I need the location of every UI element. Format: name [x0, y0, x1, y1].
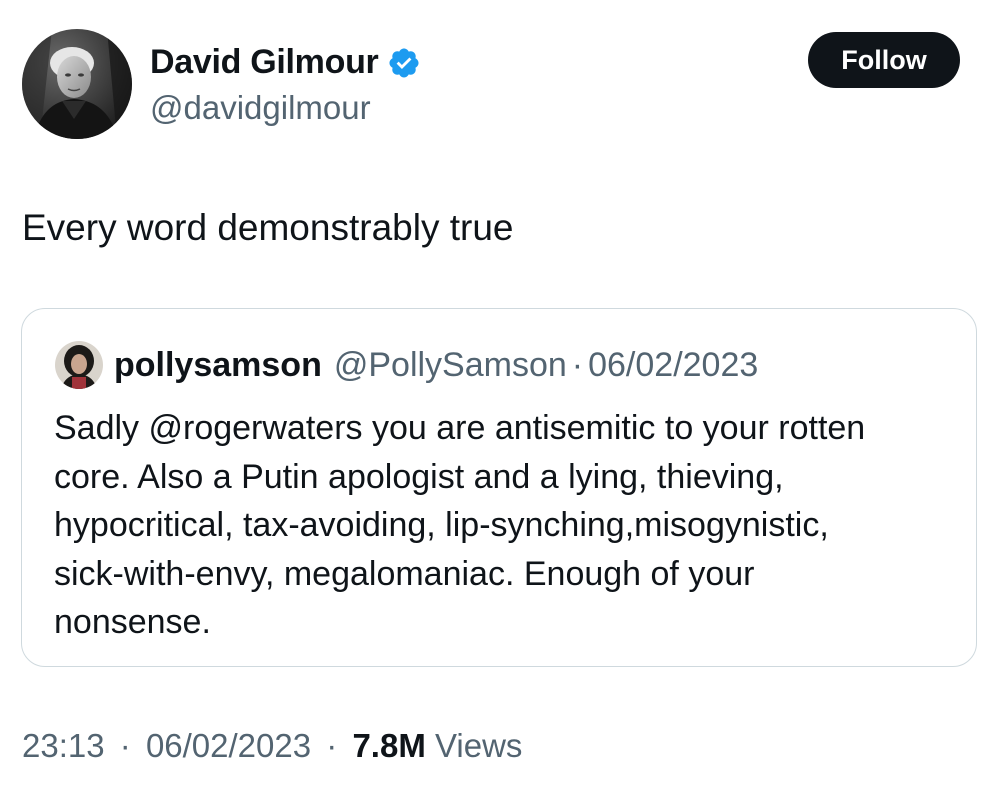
- tweet-meta: 23:13 · 06/02/2023 · 7.8M Views: [22, 724, 522, 768]
- follow-button[interactable]: Follow: [808, 32, 960, 88]
- author-name: David Gilmour: [150, 40, 421, 84]
- avatar-photo-icon: [22, 29, 132, 139]
- tweet-text: Every word demonstrably true: [22, 207, 514, 248]
- meta-separator-dot: ·: [326, 727, 338, 764]
- quoted-author-avatar[interactable]: [55, 341, 103, 389]
- quoted-text-line: hypocritical, tax-avoiding, lip-synching…: [54, 506, 829, 544]
- quoted-author-name[interactable]: pollysamson: [114, 346, 322, 385]
- author-avatar[interactable]: [22, 29, 132, 139]
- quoted-tweet-text: Sadly @rogerwaters you are antisemitic t…: [54, 404, 954, 647]
- meta-separator-dot: ·: [119, 727, 131, 764]
- quoted-tweet-header: pollysamson @PollySamson · 06/02/2023: [114, 341, 758, 389]
- tweet-time[interactable]: 23:13: [22, 727, 105, 764]
- quoted-separator-dot: ·: [571, 345, 584, 384]
- quoted-author-handle[interactable]: @PollySamson: [334, 346, 567, 385]
- quoted-text-line: core. Also a Putin apologist and a lying…: [54, 457, 784, 496]
- views-count[interactable]: 7.8M: [352, 727, 425, 764]
- quoted-text-line: nonsense.: [54, 603, 211, 641]
- author-handle[interactable]: @davidgilmour: [150, 86, 371, 130]
- verified-badge-icon[interactable]: [387, 46, 421, 80]
- quoted-text-line: Sadly @rogerwaters you are antisemitic t…: [54, 409, 866, 447]
- tweet-date[interactable]: 06/02/2023: [146, 727, 311, 764]
- quoted-tweet-card[interactable]: pollysamson @PollySamson · 06/02/2023 Sa…: [21, 308, 977, 667]
- quoted-avatar-photo-icon: [55, 341, 103, 389]
- quoted-tweet-date[interactable]: 06/02/2023: [588, 346, 758, 385]
- author-name-text[interactable]: David Gilmour: [150, 40, 379, 84]
- tweet: David Gilmour @davidgilmour Follow Every…: [0, 0, 1000, 800]
- quoted-text-line: sick-with-envy, megalomaniac. Enough of …: [54, 554, 755, 593]
- views-label: Views: [435, 727, 523, 764]
